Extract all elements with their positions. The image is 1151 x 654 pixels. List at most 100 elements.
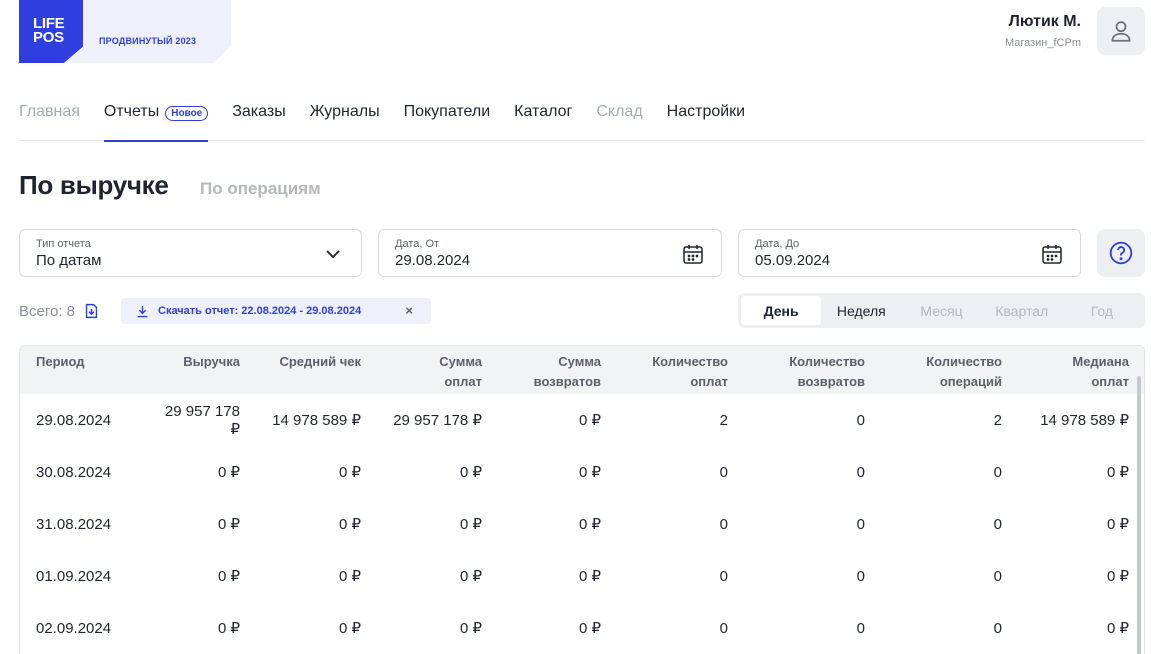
table-cell: 29.08.2024 (36, 411, 112, 429)
column-header[interactable]: Количество операций (865, 346, 1002, 394)
table-cell: 0 ₽ (578, 620, 601, 637)
column-header[interactable]: Период (20, 346, 160, 394)
table-cell: 0 ₽ (1106, 516, 1129, 533)
table-cell: 29 957 178 ₽ (164, 402, 240, 438)
table-cell: 31.08.2024 (36, 515, 112, 533)
table-cell: 0 (719, 463, 728, 481)
table-row[interactable]: 30.08.2024 0 ₽ 0 ₽ 0 ₽ 0 ₽ 0 0 0 0 ₽ (20, 446, 1144, 498)
table-cell: 14 978 589 ₽ (272, 412, 361, 429)
period-option-0[interactable]: День (741, 296, 822, 325)
download-report-chip[interactable]: Скачать отчет: 22.08.2024 - 29.08.2024 × (121, 298, 431, 324)
table-row[interactable]: 29.08.2024 29 957 178 ₽ 14 978 589 ₽ 29 957… (20, 394, 1144, 446)
column-header[interactable]: Средний чек (240, 346, 361, 394)
close-icon[interactable]: × (405, 303, 413, 318)
column-header[interactable]: Сумма возвратов (482, 346, 601, 394)
table-cell: 0 (856, 411, 865, 429)
column-header-line: операций (939, 374, 1002, 389)
nav-item-0[interactable]: Главная (19, 94, 80, 141)
report-type-select[interactable]: Тип отчета По датам (19, 229, 362, 277)
table-body: 29.08.2024 29 957 178 ₽ 14 978 589 ₽ 29 957… (20, 394, 1144, 654)
column-header-line: Сумма (558, 354, 601, 369)
period-option-3[interactable]: Квартал (982, 296, 1062, 325)
table-cell: 0 ₽ (459, 516, 482, 533)
table-cell: 0 ₽ (217, 516, 240, 533)
table-cell: 0 ₽ (578, 412, 601, 429)
table-cell: 0 ₽ (338, 464, 361, 481)
column-header[interactable]: Сумма оплат (361, 346, 482, 394)
table-cell: 0 ₽ (217, 620, 240, 637)
nav-item-label: Заказы (232, 103, 286, 120)
nav-item-3[interactable]: Журналы (310, 94, 380, 141)
report-type-value: По датам (36, 252, 102, 269)
table-cell: 0 ₽ (338, 620, 361, 637)
table-cell: 0 (993, 463, 1002, 481)
table-cell: 0 ₽ (459, 568, 482, 585)
nav-item-label: Склад (596, 103, 643, 120)
calendar-icon[interactable] (1040, 242, 1064, 266)
date-to-field[interactable]: Дата, До 05.09.2024 (738, 229, 1081, 277)
tab-by-operations[interactable]: По операциям (200, 179, 321, 199)
period-option-2[interactable]: Месяц (901, 296, 981, 325)
table-cell: 0 ₽ (1106, 620, 1129, 637)
date-from-value: 29.08.2024 (395, 252, 471, 269)
column-header[interactable]: Выручка (160, 346, 240, 394)
table-cell: 0 (993, 567, 1002, 585)
download-report-label: Скачать отчет: 22.08.2024 - 29.08.2024 (158, 305, 362, 317)
period-option-4[interactable]: Год (1062, 296, 1142, 325)
table-header: Период Выручка Средний чек Сумма оплат Сумма в… (20, 346, 1144, 394)
column-header[interactable]: Количество оплат (601, 346, 728, 394)
column-header-line: возвратов (797, 374, 865, 389)
date-from-field[interactable]: Дата, От 29.08.2024 (378, 229, 722, 277)
nav-item-label: Настройки (666, 103, 746, 120)
nav-item-2[interactable]: Заказы (232, 94, 285, 141)
column-header[interactable]: Медиана оплат (1002, 346, 1129, 394)
table-cell: 0 ₽ (459, 464, 482, 481)
report-type-label: Тип отчета (36, 238, 91, 250)
nav-item-4[interactable]: Покупатели (404, 94, 491, 141)
table-row[interactable]: 01.09.2024 0 ₽ 0 ₽ 0 ₽ 0 ₽ 0 0 0 0 ₽ (20, 550, 1144, 602)
plan-name: ПРОДВИНУТЫЙ 2023 (99, 36, 197, 46)
nav-item-label: Каталог (514, 103, 573, 120)
brand-logo[interactable]: LIFE POS ПРОДВИНУТЫЙ 2023 (19, 0, 231, 63)
nav-item-7[interactable]: Настройки (667, 94, 745, 141)
period-option-1[interactable]: Неделя (821, 296, 901, 325)
nav-item-6[interactable]: Склад (596, 94, 642, 141)
table-cell: 2 (993, 411, 1002, 429)
table-cell: 0 (856, 463, 865, 481)
column-header-line: Средний чек (279, 354, 361, 369)
nav-item-label: Журналы (309, 103, 380, 120)
chevron-down-icon (326, 250, 340, 259)
download-icon (137, 305, 148, 317)
table-cell: 29 957 178 ₽ (393, 412, 482, 429)
date-from-label: Дата, От (395, 238, 440, 250)
nav-item-1[interactable]: Отчеты Новое (103, 94, 209, 142)
table-cell: 0 ₽ (1106, 568, 1129, 585)
nav-item-label: Отчеты (103, 103, 160, 120)
period-switcher: День Неделя Месяц Квартал Год (738, 293, 1145, 328)
table-row[interactable]: 02.09.2024 0 ₽ 0 ₽ 0 ₽ 0 ₽ 0 0 0 0 ₽ (20, 602, 1144, 654)
store-name: Магазин_fCPm (1004, 37, 1081, 49)
column-header-line: возвратов (533, 374, 601, 389)
help-button[interactable] (1097, 229, 1145, 277)
table-cell: 0 (719, 567, 728, 585)
table-cell: 0 ₽ (338, 568, 361, 585)
page-title: По выручке (19, 170, 169, 200)
nav-item-5[interactable]: Каталог (514, 94, 572, 141)
user-name: Лютик М. (1008, 13, 1081, 30)
question-circle-icon (1109, 241, 1133, 265)
table-row[interactable]: 31.08.2024 0 ₽ 0 ₽ 0 ₽ 0 ₽ 0 0 0 0 ₽ (20, 498, 1144, 550)
table-cell: 0 ₽ (217, 464, 240, 481)
scrollbar[interactable] (1137, 376, 1141, 654)
avatar[interactable] (1097, 7, 1145, 55)
user-icon (1111, 21, 1131, 42)
column-header[interactable]: Количество возвратов (728, 346, 865, 394)
table-cell: 0 ₽ (1106, 464, 1129, 481)
table-cell: 0 (856, 619, 865, 637)
calendar-icon[interactable] (681, 242, 705, 266)
table-cell: 0 ₽ (578, 516, 601, 533)
column-header-line: Медиана (1072, 354, 1129, 369)
logo-line-2: POS (33, 29, 64, 46)
user-info[interactable]: Лютик М. Магазин_fCPm (1005, 13, 1081, 49)
total-count: Всего: 8 (19, 302, 100, 320)
file-download-icon[interactable] (83, 302, 100, 320)
